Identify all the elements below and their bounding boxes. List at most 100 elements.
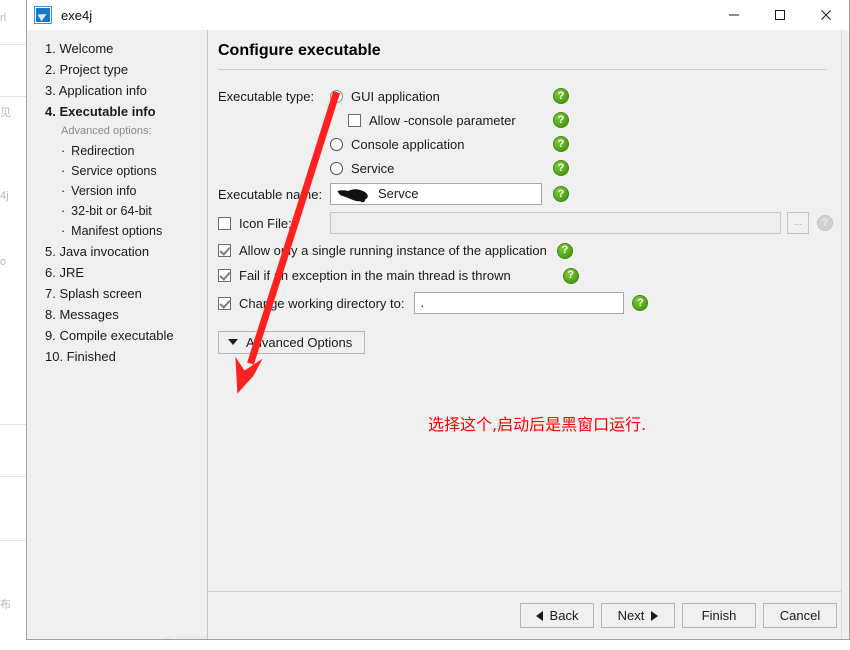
window-title: exe4j (61, 7, 93, 23)
sidebar-advanced-options-header: Advanced options: (27, 122, 207, 141)
desktop-backdrop: rl 见 4j o 布 (0, 0, 26, 650)
sidebar-item-executable-info[interactable]: 4. Executable info (27, 101, 207, 122)
working-directory-input[interactable]: . (414, 292, 625, 314)
sidebar-item-jre[interactable]: 6. JRE (27, 262, 207, 283)
bullet-icon: · (61, 164, 66, 178)
page-title: Configure executable (218, 42, 381, 59)
radio-service[interactable] (330, 161, 343, 175)
wizard-footer: Back Next Finish Cancel (208, 591, 849, 639)
sidebar-item-java-invocation[interactable]: 5. Java invocation (27, 241, 207, 262)
triangle-left-icon (535, 610, 543, 621)
back-button[interactable]: Back (520, 603, 594, 628)
sidebar-item-label: 7. Splash screen (45, 286, 142, 301)
sidebar-item-label: Service options (71, 164, 157, 178)
maximize-icon[interactable] (757, 0, 803, 30)
sidebar-item-application-info[interactable]: 3. Application info (27, 80, 207, 101)
checkbox-change-working-directory[interactable] (218, 296, 231, 310)
title-bar: exe4j (27, 0, 849, 30)
checkbox-icon-file[interactable] (218, 216, 231, 230)
radio-service-label: Service (351, 160, 395, 176)
radio-console-application[interactable] (330, 137, 343, 151)
sidebar-item-label: 2. Project type (45, 62, 129, 77)
chevron-down-icon (228, 339, 238, 345)
help-icon-console-application[interactable]: ? (553, 136, 569, 152)
content-pane: Configure executable Executable type: GU… (208, 30, 849, 639)
wizard-step-sidebar: 1. Welcome 2. Project type 3. Applicatio… (27, 30, 208, 639)
back-button-label: Back (549, 608, 579, 623)
window-controls (711, 0, 849, 30)
sidebar-item-welcome[interactable]: 1. Welcome (27, 38, 207, 59)
icon-file-browse-button[interactable]: ... (787, 212, 809, 234)
sidebar-item-messages[interactable]: 8. Messages (27, 304, 207, 325)
checkbox-allow-console-parameter[interactable] (348, 113, 361, 127)
annotation-text: 选择这个,启动后是黑窗口运行. (428, 415, 647, 434)
advanced-options-label: Advanced Options (246, 334, 353, 350)
window-body: 1. Welcome 2. Project type 3. Applicatio… (27, 30, 849, 639)
help-icon-single-instance[interactable]: ? (556, 242, 573, 259)
bullet-icon: · (61, 204, 66, 218)
minimize-icon[interactable] (711, 0, 757, 30)
radio-console-application-label: Console application (351, 136, 465, 152)
sidebar-item-redirection[interactable]: · Redirection (27, 141, 207, 161)
help-icon-working-directory[interactable]: ? (632, 295, 649, 311)
checkbox-single-instance[interactable] (218, 244, 231, 257)
sidebar-item-label: 9. Compile executable (45, 328, 174, 343)
radio-gui-application[interactable] (330, 89, 343, 103)
advanced-options-button[interactable]: Advanced Options (218, 330, 366, 354)
help-icon-executable-name[interactable]: ? (553, 186, 569, 202)
executable-type-label: Executable type: (218, 88, 315, 104)
help-icon-executable-type[interactable]: ? (553, 88, 569, 104)
finish-button[interactable]: Finish (682, 603, 756, 628)
sidebar-item-finished[interactable]: 10. Finished (27, 346, 207, 367)
help-icon-allow-console[interactable]: ? (553, 112, 569, 128)
sidebar-item-label: 3. Application info (45, 83, 147, 98)
sidebar-item-32-or-64-bit[interactable]: · 32-bit or 64-bit (27, 201, 207, 221)
sidebar-item-label: 32-bit or 64-bit (71, 204, 152, 218)
checkbox-fail-on-exception-label: Fail if an exception in the main thread … (239, 268, 511, 283)
sidebar-item-label: 1. Welcome (45, 41, 114, 56)
finish-button-label: Finish (701, 608, 737, 623)
close-icon[interactable] (803, 0, 849, 30)
next-button-label: Next (617, 608, 645, 623)
content-scroll-area: Configure executable Executable type: GU… (208, 30, 849, 591)
checkbox-single-instance-label: Allow only a single running instance of … (239, 243, 547, 258)
content-scrollbar-gutter[interactable] (841, 30, 849, 639)
title-divider (218, 69, 827, 70)
sidebar-item-splash-screen[interactable]: 7. Splash screen (27, 283, 207, 304)
sidebar-item-label: 8. Messages (45, 307, 119, 322)
sidebar-subheader-label: Advanced options: (61, 125, 152, 137)
working-directory-value: . (420, 295, 425, 310)
exe4j-watermark: exe4j (154, 631, 207, 639)
exe4j-wizard-window: exe4j 1. Welcome 2. Project type 3. Appl… (26, 0, 850, 640)
executable-name-value: Servce (378, 186, 419, 201)
exe4j-app-icon (34, 6, 52, 24)
help-icon-service[interactable]: ? (553, 160, 569, 176)
checkbox-allow-console-parameter-label: Allow -console parameter (369, 112, 516, 128)
sidebar-item-label: 4. Executable info (45, 104, 156, 119)
sidebar-item-compile-executable[interactable]: 9. Compile executable (27, 325, 207, 346)
bullet-icon: · (61, 224, 66, 238)
next-button[interactable]: Next (601, 603, 675, 628)
triangle-right-icon (651, 610, 659, 621)
executable-name-label: Executable name: (218, 186, 323, 202)
sidebar-item-manifest-options[interactable]: · Manifest options (27, 221, 207, 241)
sidebar-item-version-info[interactable]: · Version info (27, 181, 207, 201)
sidebar-item-project-type[interactable]: 2. Project type (27, 59, 207, 80)
help-icon-icon-file: ? (817, 215, 833, 231)
radio-gui-application-label: GUI application (351, 88, 440, 104)
icon-file-label: Icon File: (239, 215, 292, 231)
sidebar-item-label: Version info (71, 184, 137, 198)
sidebar-item-service-options[interactable]: · Service options (27, 161, 207, 181)
sidebar-item-label: 5. Java invocation (45, 244, 150, 259)
sidebar-item-label: Redirection (71, 144, 135, 158)
change-working-directory-label: Change working directory to: (239, 295, 405, 311)
bullet-icon: · (61, 184, 66, 198)
bullet-icon: · (61, 144, 66, 158)
checkbox-fail-on-exception[interactable] (218, 269, 231, 282)
sidebar-item-label: Manifest options (71, 224, 163, 238)
sidebar-item-label: 10. Finished (45, 349, 116, 364)
help-icon-fail-on-exception[interactable]: ? (562, 267, 579, 284)
cancel-button[interactable]: Cancel (763, 603, 837, 628)
sidebar-item-label: 6. JRE (45, 265, 85, 280)
executable-name-input[interactable]: Servce (330, 183, 542, 205)
